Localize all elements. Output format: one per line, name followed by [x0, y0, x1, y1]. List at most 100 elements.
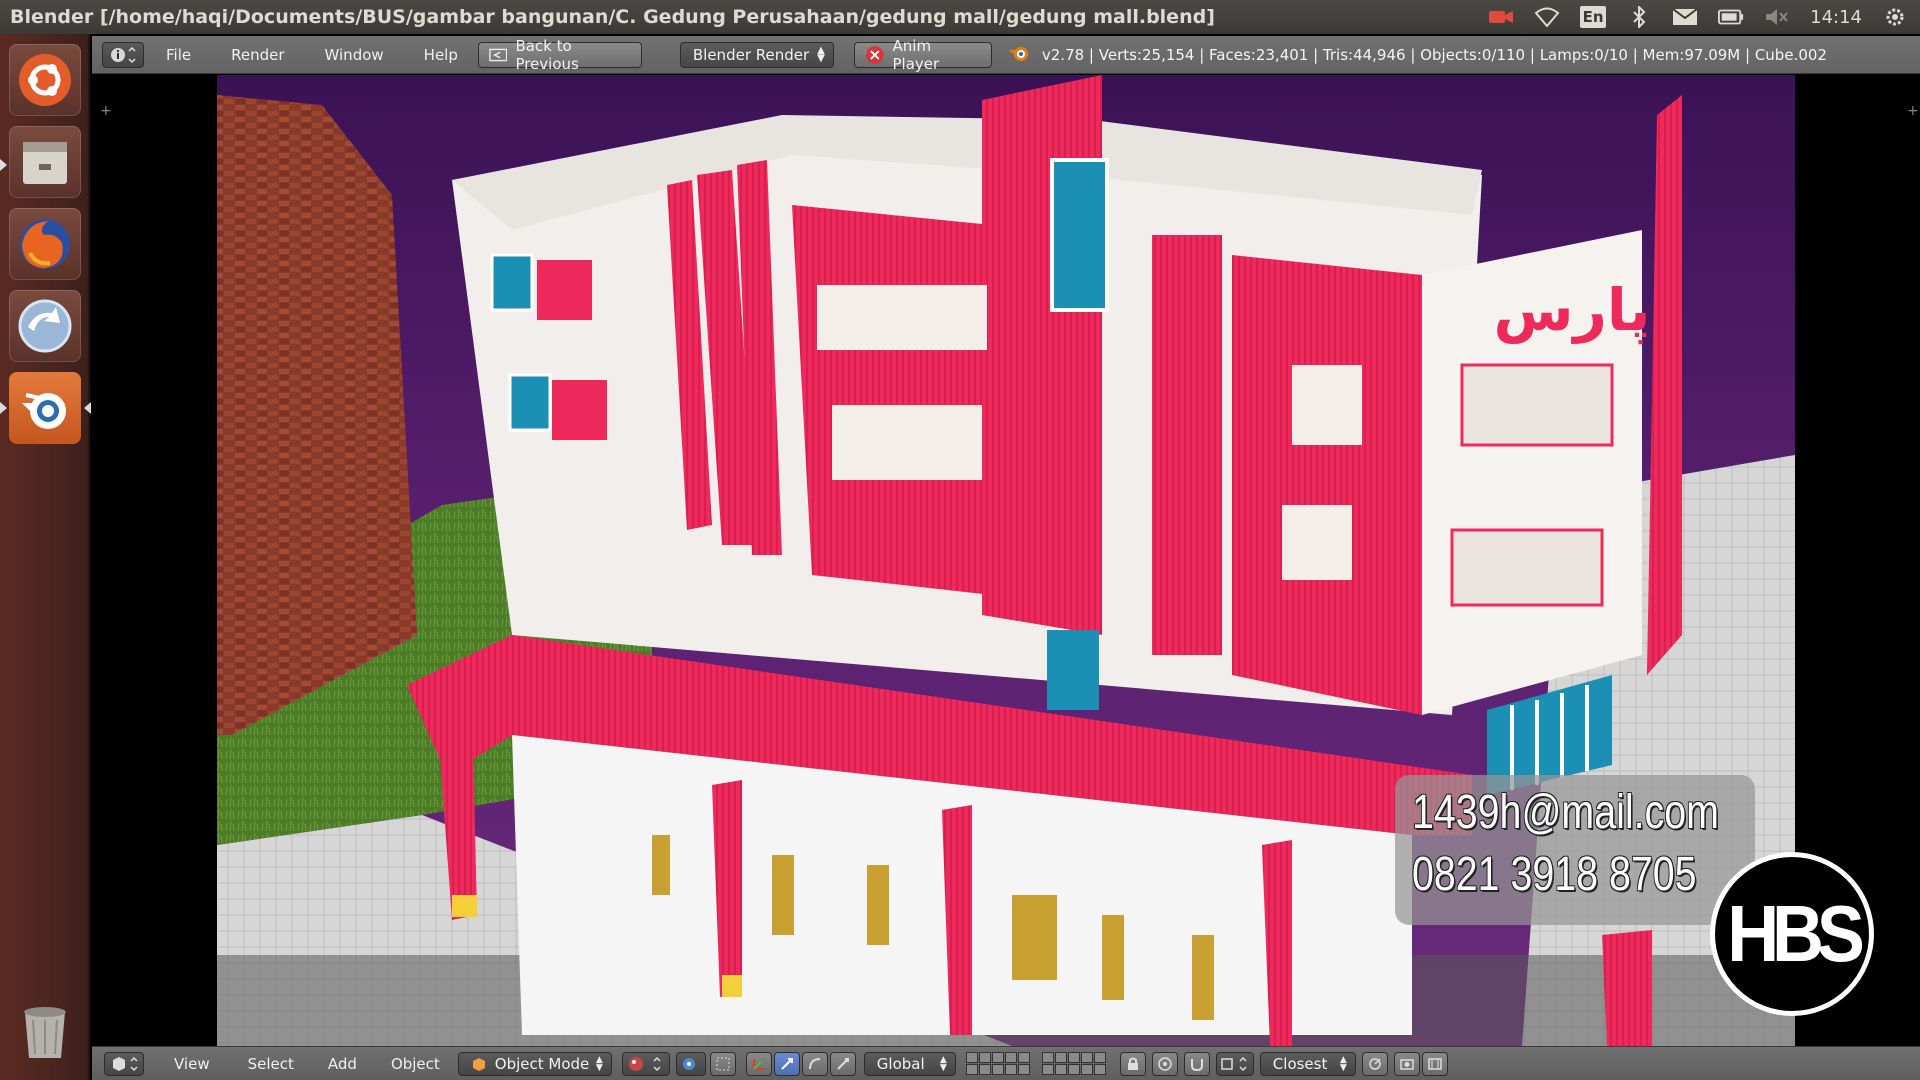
- pivot-icon: [682, 1057, 695, 1070]
- updown-arrows-icon: ▲ ▼: [817, 44, 825, 64]
- window-title: Blender [/home/haqi/Documents/BUS/gambar…: [10, 6, 1215, 28]
- updown-arrows-icon: ▲ ▼: [1339, 1054, 1347, 1073]
- left-red-block: [792, 205, 992, 595]
- corner-window: [1460, 363, 1614, 447]
- blender-focused-indicator: [84, 402, 91, 414]
- orientation-value: Global: [876, 1054, 925, 1073]
- contact-phone: 0821 3918 8705: [1412, 848, 1697, 901]
- anim-player-button[interactable]: Anim Player: [853, 37, 992, 73]
- render-image-icon[interactable]: [1393, 1051, 1420, 1076]
- align-rotation-icon[interactable]: [1361, 1051, 1388, 1076]
- keyboard-layout-indicator[interactable]: En: [1580, 6, 1607, 28]
- viewport-corner-widget[interactable]: +: [100, 103, 112, 119]
- window-panel: [537, 260, 592, 320]
- arabic-sign: پارس: [1494, 276, 1651, 345]
- window: [1282, 505, 1352, 580]
- gold-door-panel: [1192, 935, 1214, 1020]
- right-red-block: [1232, 255, 1422, 715]
- transform-orientation-select[interactable]: Global ▲ ▼: [863, 1051, 956, 1076]
- layer-toggle-icon[interactable]: [709, 1051, 736, 1076]
- window-band: [832, 405, 982, 480]
- back-to-previous-label: Back to Previous: [515, 36, 579, 73]
- manipulator-toggle-icon[interactable]: [745, 1051, 772, 1076]
- hbs-logo-text: HBS: [1726, 889, 1865, 978]
- rotate-manipulator-icon[interactable]: [801, 1051, 828, 1076]
- gold-door-panel: [772, 855, 794, 935]
- 3d-view-icon: [113, 1056, 138, 1071]
- scene-layers-grid-right[interactable]: [1041, 1051, 1112, 1076]
- snap-target-select[interactable]: Closest ▲ ▼: [1259, 1051, 1356, 1076]
- snap-element-icon: [1221, 1056, 1247, 1071]
- proportional-edit-icon[interactable]: [1151, 1051, 1178, 1076]
- bluetooth-icon[interactable]: [1626, 6, 1652, 28]
- contact-email: 1439h@mail.com: [1412, 786, 1719, 839]
- 3d-viewport[interactable]: پارس + + 1439h@mail.com 0821 3918 8705 H…: [92, 75, 1920, 1046]
- menu-select[interactable]: Select: [234, 1055, 308, 1073]
- system-gear-icon[interactable]: [1882, 6, 1908, 28]
- clock[interactable]: 14:14: [1810, 7, 1862, 28]
- window: [490, 253, 534, 312]
- info-icon: [111, 46, 136, 63]
- menu-object[interactable]: Object: [377, 1055, 454, 1073]
- 3d-view-header: View Select Add Object Object Mode ▲ ▼ Gl…: [92, 1046, 1920, 1080]
- snap-element-select[interactable]: [1215, 1051, 1254, 1076]
- render-animation-icon[interactable]: [1421, 1051, 1448, 1076]
- viewport-shading-select[interactable]: [621, 1051, 670, 1076]
- files-icon[interactable]: [9, 126, 81, 198]
- pivot-point-select[interactable]: [675, 1051, 706, 1076]
- scene-layers-grid-left[interactable]: [965, 1051, 1036, 1076]
- render-engine-select[interactable]: Blender Render ▲ ▼: [679, 41, 834, 68]
- unity-launcher: [0, 34, 91, 1080]
- wifi-icon[interactable]: [1534, 6, 1560, 28]
- updown-arrows-icon: ▲ ▼: [939, 1054, 947, 1073]
- blender-logo-icon: [1008, 43, 1030, 67]
- gold-door-panel: [1012, 895, 1057, 980]
- trash-icon[interactable]: [9, 996, 81, 1068]
- ubuntu-dash-icon[interactable]: [9, 44, 81, 116]
- viewport-corner-widget[interactable]: +: [1907, 103, 1919, 119]
- gold-door-panel: [652, 835, 670, 895]
- indicator-area: En 14:14: [1488, 0, 1908, 34]
- mode-value: Object Mode: [494, 1054, 590, 1073]
- window: [508, 373, 552, 432]
- info-header: File Render Window Help Back to Previous…: [92, 36, 1920, 74]
- screen-back-icon: [489, 48, 508, 61]
- updown-arrows-icon: ▲ ▼: [595, 1054, 603, 1073]
- menu-help[interactable]: Help: [410, 46, 472, 64]
- gold-door-panel: [1102, 915, 1124, 1000]
- software-updater-icon[interactable]: [9, 290, 81, 362]
- anim-player-label: Anim Player: [892, 36, 940, 73]
- brick-wall: [217, 95, 417, 735]
- translate-manipulator-icon[interactable]: [773, 1051, 800, 1076]
- snap-target-value: Closest: [1272, 1054, 1328, 1073]
- pillar: [1602, 930, 1652, 1046]
- scene-stats: v2.78 | Verts:25,154 | Faces:23,401 | Tr…: [1041, 45, 1827, 64]
- shading-sphere-icon: [628, 1056, 661, 1071]
- lock-layers-icon[interactable]: [1119, 1051, 1146, 1076]
- render-engine-value: Blender Render: [692, 45, 810, 64]
- blender-running-indicator: [0, 402, 7, 414]
- snap-toggle-icon[interactable]: [1183, 1051, 1210, 1076]
- scale-manipulator-icon[interactable]: [829, 1051, 856, 1076]
- battery-icon[interactable]: [1718, 6, 1744, 28]
- editor-type-selector[interactable]: [104, 1051, 144, 1076]
- menu-render[interactable]: Render: [217, 46, 298, 64]
- menu-file[interactable]: File: [152, 46, 205, 64]
- mail-icon[interactable]: [1672, 6, 1698, 28]
- menu-view[interactable]: View: [160, 1055, 224, 1073]
- files-running-indicator: [0, 159, 7, 171]
- mode-select[interactable]: Object Mode ▲ ▼: [457, 1051, 612, 1076]
- record-icon[interactable]: [1488, 6, 1514, 28]
- blender-icon[interactable]: [9, 372, 81, 444]
- firefox-icon[interactable]: [9, 208, 81, 280]
- object-mode-icon: [472, 1057, 485, 1071]
- menu-add[interactable]: Add: [314, 1055, 371, 1073]
- volume-muted-icon[interactable]: [1764, 6, 1790, 28]
- cancel-icon: [865, 45, 884, 64]
- window-panel: [552, 380, 607, 440]
- top-panel: Blender [/home/haqi/Documents/BUS/gambar…: [0, 0, 1920, 34]
- gold-door-panel: [867, 865, 889, 945]
- menu-window[interactable]: Window: [311, 46, 398, 64]
- back-to-previous-button[interactable]: Back to Previous: [477, 37, 642, 73]
- editor-type-selector[interactable]: [102, 41, 144, 68]
